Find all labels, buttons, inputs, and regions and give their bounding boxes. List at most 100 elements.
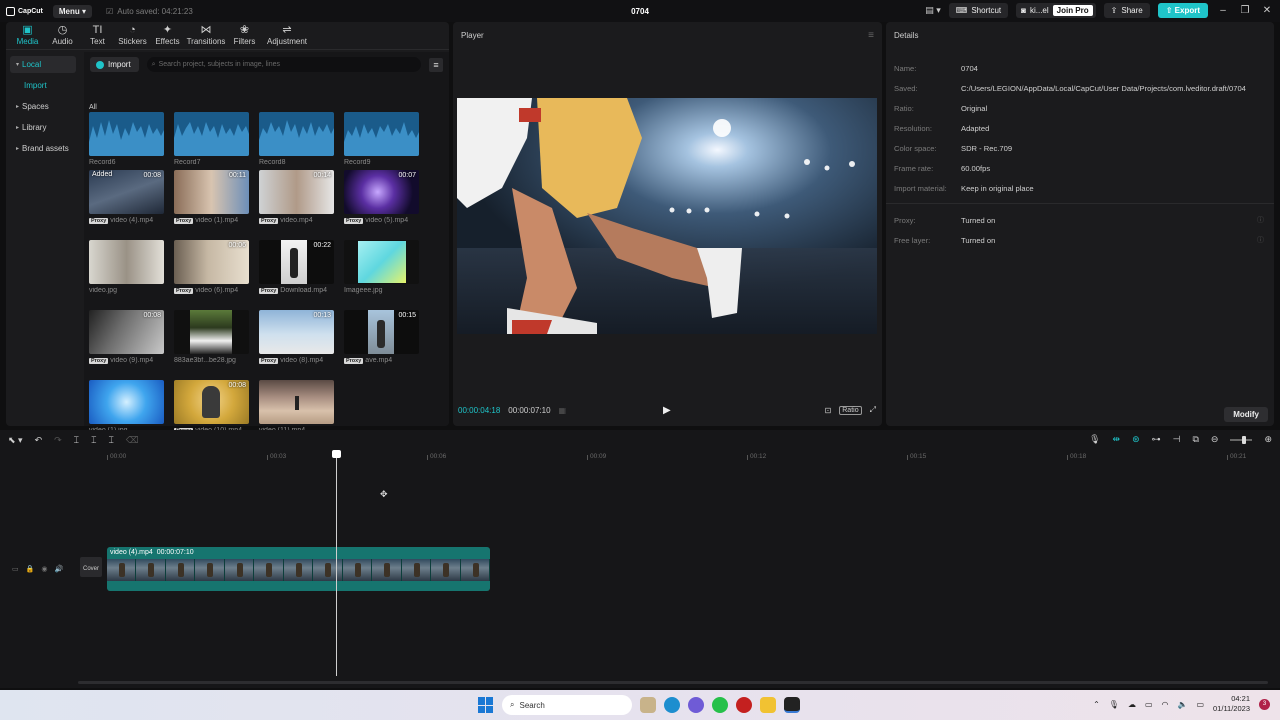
media-item-name: video.jpg — [89, 287, 118, 294]
modify-button[interactable]: Modify — [1224, 407, 1268, 422]
cover-button[interactable]: Cover — [80, 557, 102, 577]
microphone-icon[interactable]: 🎙 — [1109, 700, 1119, 709]
layout-icon[interactable]: ▤ ▾ — [925, 5, 941, 16]
wifi-icon[interactable]: ◠ — [1162, 700, 1169, 709]
media-item[interactable]: 00:13 Proxy video (8).mp4 — [259, 310, 334, 364]
delete-icon[interactable]: ⌫ — [126, 435, 139, 446]
tab-stickers[interactable]: ◔ Stickers — [115, 24, 150, 49]
windows-start-icon[interactable] — [478, 697, 494, 713]
microphone-icon[interactable]: 🎙 — [1089, 434, 1100, 445]
chevron-up-icon[interactable]: ⌃ — [1093, 700, 1100, 709]
redo-icon[interactable]: ↷ — [54, 435, 62, 446]
taskbar-search[interactable]: ⌕ Search — [502, 695, 632, 715]
media-item[interactable]: Record9 — [344, 112, 419, 166]
capcut-taskbar-icon[interactable] — [784, 697, 800, 713]
share-button[interactable]: ⇪ Share — [1103, 3, 1150, 18]
video-preview[interactable] — [457, 98, 877, 334]
media-search-input[interactable]: ⌕ Search project, subjects in image, line… — [146, 57, 421, 72]
media-item[interactable]: video (11).mp4 — [259, 380, 334, 434]
trim-right-icon[interactable]: ⌶ — [108, 435, 113, 446]
fullscreen-crop-icon[interactable]: ⊡ — [825, 406, 832, 415]
media-item[interactable]: video.jpg — [89, 240, 164, 294]
tab-adjustment[interactable]: ⇌ Adjustment — [262, 24, 312, 49]
media-item[interactable]: video (1).jpg — [89, 380, 164, 434]
widget-icon[interactable] — [640, 697, 656, 713]
zoom-in-icon[interactable]: ⊕ — [1264, 434, 1272, 445]
tab-effects[interactable]: ✦ Effects — [150, 24, 185, 49]
clock[interactable]: 04:21 01/11/2023 — [1213, 694, 1250, 714]
video-clip[interactable]: video (4).mp4 00:00:07:10 — [107, 547, 490, 591]
export-button[interactable]: ⇧ Export — [1157, 3, 1208, 18]
preview-axis-icon[interactable]: ⊣ — [1173, 434, 1181, 445]
join-pro-button[interactable]: Join Pro — [1052, 5, 1093, 16]
file-explorer-icon[interactable] — [760, 697, 776, 713]
media-item[interactable]: Added 00:08 Proxy video (4).mp4 — [89, 170, 164, 224]
user-button[interactable]: ◙ ki...el Join Pro — [1016, 3, 1096, 18]
battery-icon[interactable]: ▭ — [1196, 700, 1204, 709]
media-item[interactable]: 00:14 Proxy video.mp4 — [259, 170, 334, 224]
play-button[interactable]: ▶ — [663, 405, 671, 416]
volume-icon[interactable]: 🔈 — [1177, 700, 1187, 709]
player-menu-icon[interactable]: ≡ — [868, 30, 874, 41]
tab-text[interactable]: TI Text — [80, 24, 115, 49]
filter-menu-icon[interactable]: ≡ — [429, 57, 443, 72]
timeline-scrollbar[interactable] — [78, 681, 1268, 684]
sidebar-item-local[interactable]: ▾ Local — [10, 56, 76, 73]
media-item[interactable]: Record8 — [259, 112, 334, 166]
info-icon[interactable]: ⓘ — [1257, 215, 1264, 225]
eye-icon[interactable]: ◉ — [41, 565, 47, 573]
sidebar-item-library[interactable]: ▸ Library — [10, 119, 76, 136]
main-track-magnet-icon[interactable]: ⇹ — [1113, 434, 1121, 445]
undo-icon[interactable]: ↶ — [35, 435, 43, 446]
all-filter-label[interactable]: All — [89, 104, 97, 111]
timeline-ruler[interactable]: 00:00 00:03 00:06 00:09 00:12 00:15 00:1… — [0, 452, 1280, 462]
media-item[interactable]: Imageee.jpg — [344, 240, 419, 294]
info-icon[interactable]: ⓘ — [1257, 235, 1264, 245]
close-icon[interactable]: ✕ — [1260, 5, 1274, 16]
display-icon[interactable]: ▭ — [1145, 700, 1153, 709]
media-item[interactable]: 00:06 Proxy video (6).mp4 — [174, 240, 249, 294]
sidebar-item-brand-assets[interactable]: ▸ Brand assets — [10, 140, 76, 157]
media-item[interactable]: 00:07 Proxy video (5).mp4 — [344, 170, 419, 224]
expand-icon[interactable]: ⤢ — [870, 405, 876, 415]
media-item[interactable]: 00:08 Proxy video (9).mp4 — [89, 310, 164, 364]
media-item[interactable]: 00:08 Proxyvideo (10).mp4 — [174, 380, 249, 434]
details-panel: Details Name: 0704 Saved: C:/Users/LEGION/… — [886, 22, 1274, 426]
minimize-icon[interactable]: – — [1216, 5, 1230, 16]
playhead[interactable] — [332, 450, 341, 676]
shortcut-button[interactable]: ⌨ Shortcut — [948, 3, 1009, 18]
split-icon[interactable]: ⌶ — [74, 435, 79, 446]
ratio-button[interactable]: Ratio — [839, 405, 862, 415]
whatsapp-icon[interactable] — [712, 697, 728, 713]
media-item[interactable]: Record7 — [174, 112, 249, 166]
select-tool-icon[interactable]: ⬉ ▾ — [8, 435, 23, 446]
lock-icon[interactable]: 🔒 — [26, 565, 35, 573]
import-button[interactable]: Import — [90, 57, 139, 72]
trim-left-icon[interactable]: ⌶ — [91, 435, 96, 446]
tab-media[interactable]: ▣ Media — [10, 24, 45, 49]
tab-transitions[interactable]: ⋈ Transitions — [185, 24, 227, 49]
pdf-reader-icon[interactable] — [736, 697, 752, 713]
sidebar-item-spaces[interactable]: ▸ Spaces — [10, 98, 76, 115]
thumbnail-toggle-icon[interactable]: ⧉ — [1192, 434, 1198, 445]
media-item[interactable]: 883ae3bf...be28.jpg — [174, 310, 249, 364]
timecode-grid-icon[interactable]: ▦ — [559, 406, 567, 415]
menu-button[interactable]: Menu ▾ — [52, 4, 93, 18]
media-item[interactable]: 00:22 Proxy Download.mp4 — [259, 240, 334, 294]
sidebar-item-import[interactable]: Import — [10, 77, 76, 94]
zoom-slider[interactable] — [1230, 435, 1253, 444]
media-item[interactable]: Record6 — [89, 112, 164, 166]
maximize-icon[interactable]: ❐ — [1238, 5, 1252, 16]
media-item[interactable]: 00:11 Proxy video (1).mp4 — [174, 170, 249, 224]
cloud-icon[interactable]: ☁ — [1128, 700, 1136, 709]
zoom-out-icon[interactable]: ⊖ — [1211, 434, 1219, 445]
tab-audio[interactable]: ◷ Audio — [45, 24, 80, 49]
edge-icon[interactable] — [664, 697, 680, 713]
notification-badge[interactable]: 3 — [1259, 698, 1270, 710]
media-item[interactable]: 00:15 Proxy ave.mp4 — [344, 310, 419, 364]
messenger-icon[interactable] — [688, 697, 704, 713]
speaker-icon[interactable]: 🔊 — [54, 565, 63, 573]
tab-filters[interactable]: ❀ Filters — [227, 24, 262, 49]
linkage-icon[interactable]: ⊶ — [1152, 434, 1161, 445]
auto-snap-icon[interactable]: ⊛ — [1132, 434, 1140, 445]
